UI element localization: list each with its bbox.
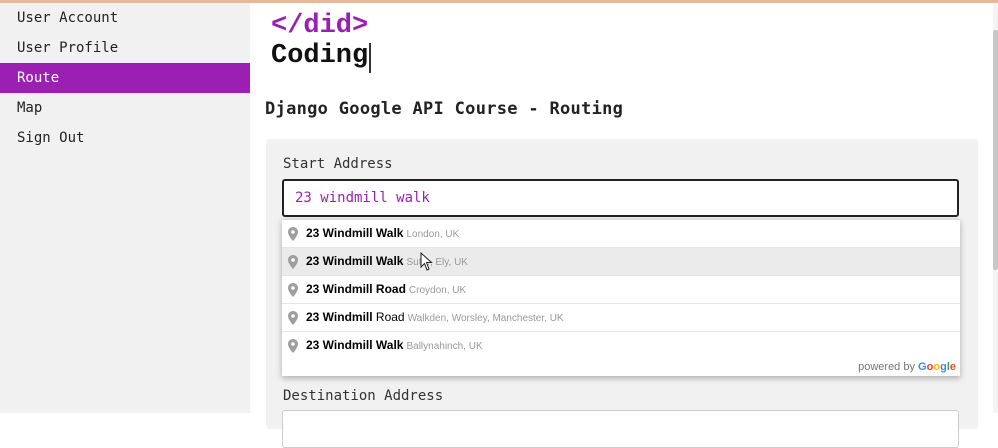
map-pin-icon: [288, 338, 298, 353]
sidebar-item-map[interactable]: Map: [0, 93, 250, 123]
logo: </did> Coding: [271, 11, 372, 73]
map-pin-icon: [288, 254, 298, 269]
autocomplete-item-secondary: Walkden, Worsley, Manchester, UK: [407, 313, 564, 324]
logo-name: Coding: [271, 41, 369, 71]
autocomplete-item[interactable]: 23 Windmill Road Croydon, UK: [282, 275, 960, 303]
destination-address-input[interactable]: [282, 410, 959, 448]
autocomplete-item[interactable]: 23 Windmill Walk London, UK: [282, 220, 960, 247]
autocomplete-item-secondary: Croydon, UK: [408, 285, 467, 296]
start-address-label: Start Address: [283, 156, 393, 172]
sidebar-item-sign-out[interactable]: Sign Out: [0, 123, 250, 153]
sidebar-item-user-account[interactable]: User Account: [0, 3, 250, 33]
autocomplete-item-secondary: Ballynahinch, UK: [406, 341, 483, 352]
autocomplete-item-secondary: London, UK: [406, 229, 460, 240]
map-pin-icon: [288, 282, 298, 297]
autocomplete-item-main: 23 Windmill Walk: [306, 338, 404, 352]
autocomplete-item-main: 23 Windmill Walk: [306, 226, 404, 240]
text-caret-icon: [369, 42, 372, 73]
start-address-input[interactable]: [282, 179, 959, 217]
powered-by-google: powered by Google: [858, 361, 956, 373]
sidebar-item-route[interactable]: Route: [0, 63, 250, 93]
sidebar: User Account User Profile Route Map Sign…: [0, 3, 250, 413]
autocomplete-item[interactable]: 23 Windmill Road Walkden, Worsley, Manche…: [282, 303, 960, 331]
map-pin-icon: [288, 310, 298, 325]
scrollbar-thumb[interactable]: [993, 30, 998, 270]
map-pin-icon: [288, 226, 298, 241]
mouse-cursor-icon: [420, 252, 433, 271]
logo-tag: </did>: [271, 11, 369, 41]
autocomplete-item[interactable]: 23 Windmill Walk Ballynahinch, UK: [282, 331, 960, 359]
autocomplete-item[interactable]: 23 Windmill Walk Sut..., Ely, UK: [282, 247, 960, 275]
autocomplete-item-main: 23 Windmill Road: [306, 282, 406, 296]
sidebar-item-user-profile[interactable]: User Profile: [0, 33, 250, 63]
google-logo: Google: [918, 361, 956, 373]
destination-address-label: Destination Address: [283, 388, 444, 404]
autocomplete-dropdown: 23 Windmill Walk London, UK 23 Windmill W…: [282, 219, 960, 376]
autocomplete-item-secondary: Sut..., Ely, UK: [406, 257, 468, 268]
autocomplete-item-main: 23 Windmill Road: [306, 310, 405, 324]
autocomplete-item-main: 23 Windmill Walk: [306, 254, 404, 268]
page-title: Django Google API Course - Routing: [265, 99, 624, 119]
